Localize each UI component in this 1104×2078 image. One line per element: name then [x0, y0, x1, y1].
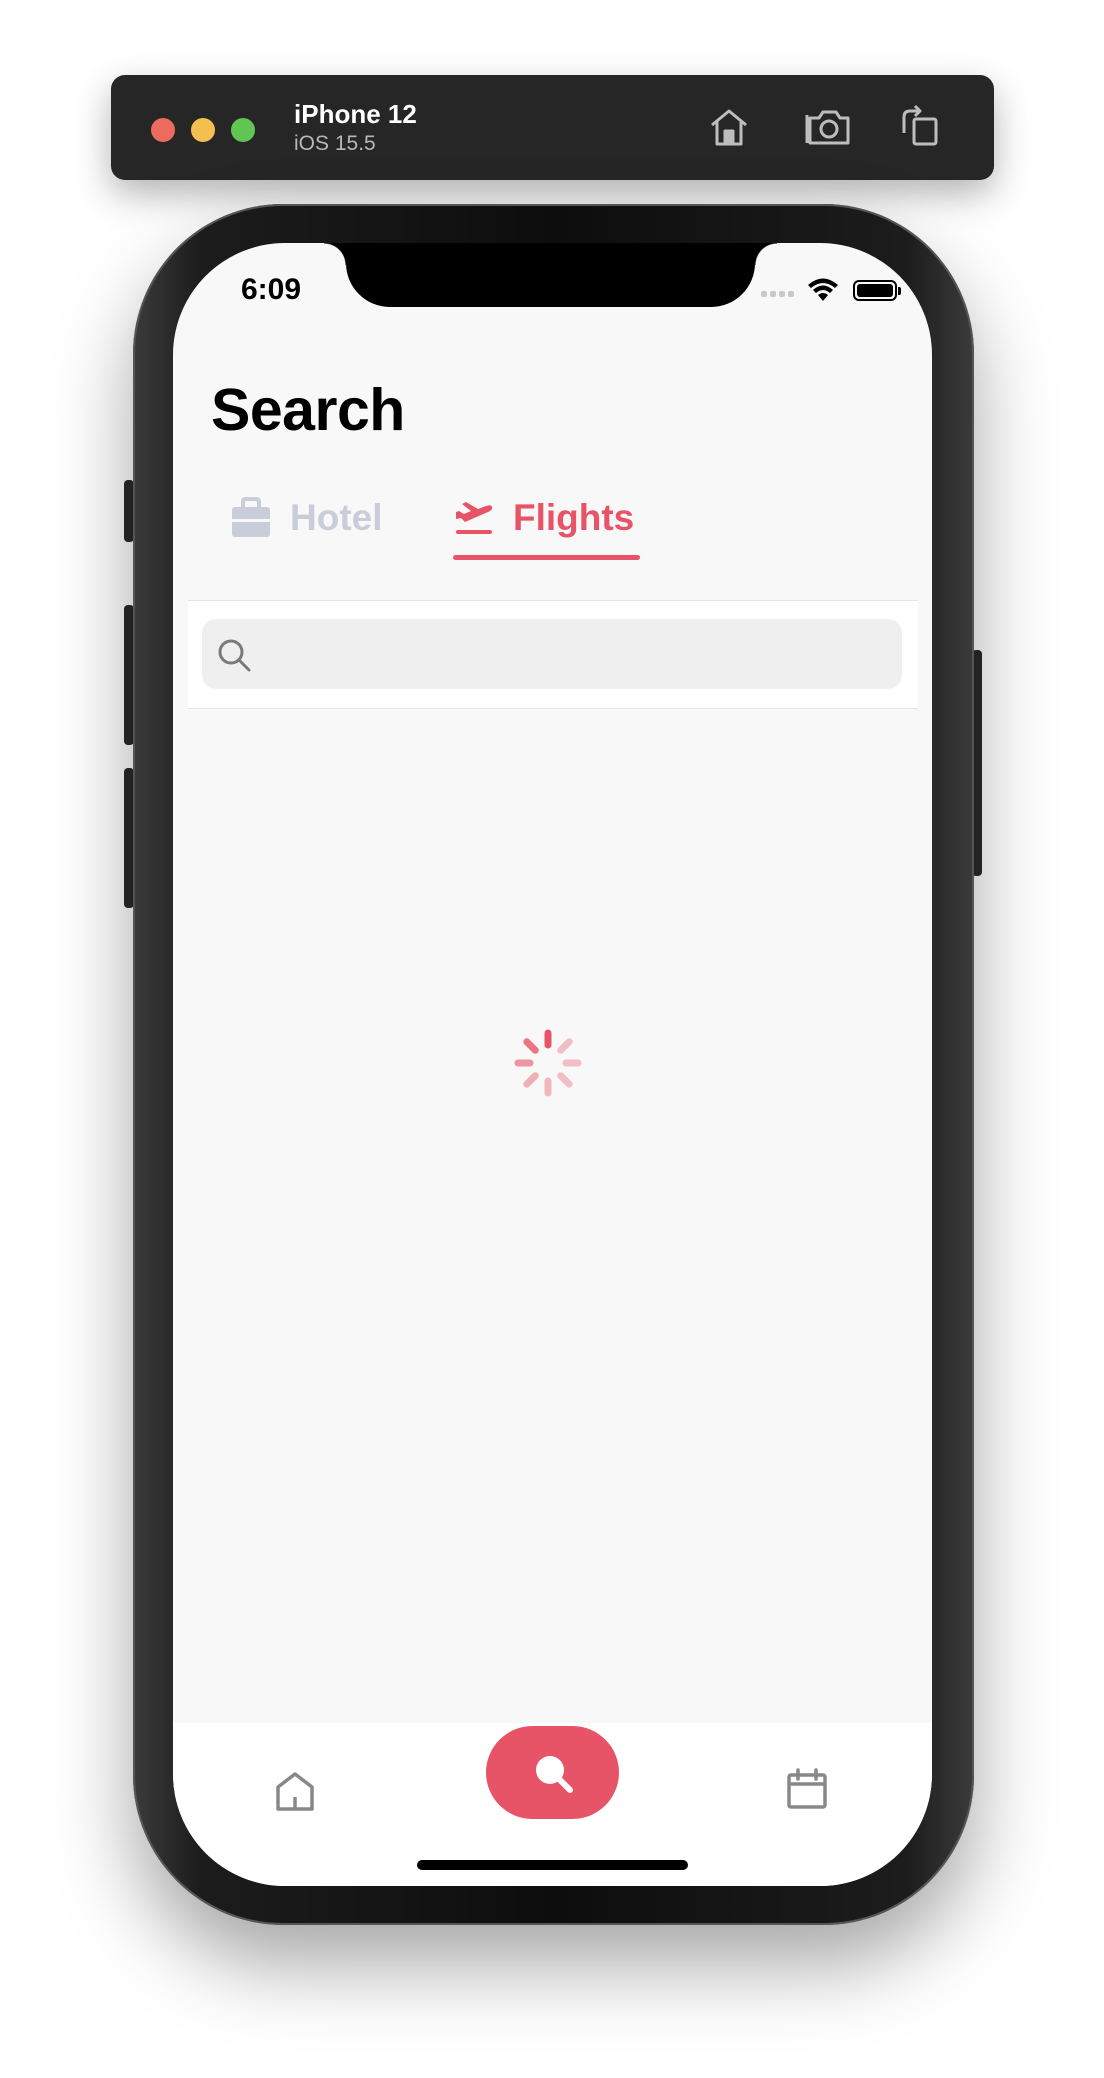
active-tab-indicator [453, 555, 640, 560]
signal-dot-icon [779, 291, 785, 297]
signal-dot-icon [788, 291, 794, 297]
tab-flights[interactable]: Flights [453, 493, 634, 543]
device-name: iPhone 12 [294, 99, 417, 129]
home-icon [711, 109, 747, 146]
simulator-home-button[interactable] [705, 103, 753, 151]
simulator-screenshot-button[interactable] [805, 103, 853, 151]
close-window-button[interactable] [151, 118, 175, 142]
briefcase-icon [232, 497, 270, 537]
signal-dot-icon [761, 291, 767, 297]
zoom-window-button[interactable] [231, 118, 255, 142]
signal-dot-icon [770, 291, 776, 297]
search-icon [536, 1756, 573, 1793]
simulator-toolbar: iPhone 12 iOS 15.5 [111, 75, 994, 180]
search-bar-container [188, 600, 918, 709]
camera-icon [805, 110, 850, 145]
tab-flights-label: Flights [513, 497, 635, 538]
device-os-version: iOS 15.5 [294, 132, 376, 155]
minimize-window-button[interactable] [191, 118, 215, 142]
tab-hotel[interactable]: Hotel [230, 493, 383, 543]
tab-hotel-label: Hotel [290, 497, 383, 538]
search-input[interactable] [202, 619, 902, 689]
simulator-rotate-button[interactable] [896, 103, 944, 151]
rotate-icon [902, 104, 938, 146]
home-icon [276, 1772, 314, 1811]
nav-search-button[interactable] [486, 1726, 619, 1819]
calendar-icon [787, 1768, 827, 1809]
spinner-icon [514, 1029, 582, 1097]
status-time: 6:09 [241, 273, 302, 306]
page-title: Search [211, 377, 405, 443]
home-indicator[interactable] [417, 1860, 688, 1870]
nav-calendar-button[interactable] [785, 1767, 829, 1811]
airplane-takeoff-icon [456, 502, 493, 534]
search-icon [218, 639, 251, 672]
phone-screen: 6:09 Search Hotel Flights [173, 243, 932, 1886]
battery-icon [853, 280, 901, 301]
nav-home-button[interactable] [273, 1769, 317, 1813]
wifi-icon [808, 278, 838, 301]
notch [324, 243, 777, 307]
